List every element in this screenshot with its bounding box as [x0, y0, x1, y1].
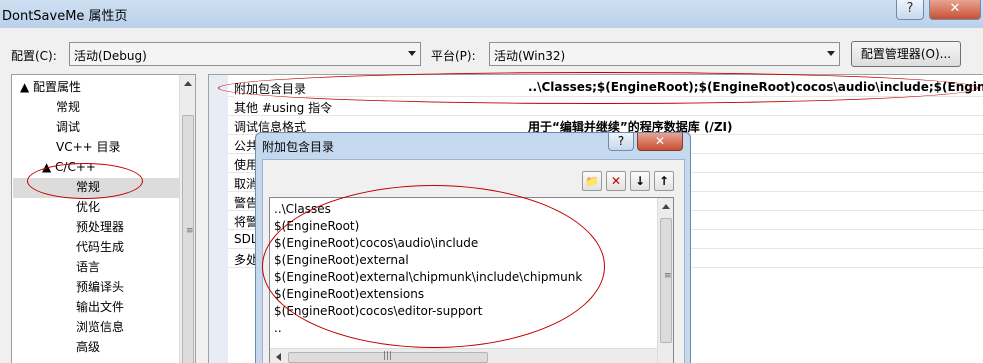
arrow-up-icon: ↑	[658, 174, 670, 188]
scroll-left-icon[interactable]	[276, 353, 281, 361]
dialog-hscroll-thumb[interactable]: |||	[288, 351, 488, 363]
additional-include-dirs-dialog: 附加包含目录 ? ✕ 📁 ✕ ↓ ↑ ..\Classes $(EngineRo…	[255, 132, 691, 363]
tree-item-config-properties[interactable]: ▲ 配置属性	[20, 77, 81, 97]
dialog-close-button[interactable]: ✕	[637, 133, 683, 151]
list-item: $(EngineRoot)	[274, 219, 360, 233]
tree-item-optimization[interactable]: 优化	[76, 197, 100, 217]
folder-icon: 📁	[585, 175, 599, 188]
prop-value[interactable]: ..\Classes;$(EngineRoot);$(EngineRoot)co…	[528, 80, 983, 94]
prop-name: 其他 #using 指令	[234, 101, 333, 115]
scroll-up-icon[interactable]	[184, 81, 192, 86]
grip-icon: ≡	[664, 271, 672, 281]
tree-item-debugging[interactable]: 调试	[56, 117, 80, 137]
scroll-up-icon[interactable]	[662, 204, 670, 209]
chevron-down-icon	[408, 51, 416, 56]
list-item: $(EngineRoot)external\chipmunk\include\c…	[274, 270, 583, 284]
platform-select[interactable]: 活动(Win32)	[489, 42, 840, 66]
help-button[interactable]: ?	[896, 0, 924, 20]
dialog-hscrollbar[interactable]: |||	[270, 348, 657, 363]
platform-label: 平台(P):	[431, 49, 476, 63]
prop-row-additional-include-dirs[interactable]: 附加包含目录 ..\Classes;$(EngineRoot);$(Engine…	[228, 78, 983, 97]
move-down-button[interactable]: ↓	[630, 171, 650, 191]
dialog-body: 📁 ✕ ↓ ↑ ..\Classes $(EngineRoot) $(Engin…	[262, 159, 685, 363]
config-label: 配置(C):	[11, 49, 57, 63]
tree-item-browse-info[interactable]: 浏览信息	[76, 317, 124, 337]
new-folder-button[interactable]: 📁	[582, 171, 602, 191]
list-item: $(EngineRoot)cocos\audio\include	[274, 236, 479, 250]
prop-name: 附加包含目录	[234, 80, 307, 97]
tree-item-precompiled-headers[interactable]: 预编译头	[76, 277, 124, 297]
prop-row-using-directives[interactable]: 其他 #using 指令	[228, 97, 983, 116]
tree-item-output-files[interactable]: 输出文件	[76, 297, 124, 317]
tree-item-general[interactable]: 常规	[56, 97, 80, 117]
dialog-vscroll-thumb[interactable]: ≡	[660, 218, 672, 343]
dialog-title: 附加包含目录	[262, 140, 335, 154]
tree-item-advanced[interactable]: 高级	[76, 337, 100, 357]
list-item: $(EngineRoot)external	[274, 253, 409, 267]
close-button[interactable]: ✕	[929, 0, 981, 20]
tree-scrollbar[interactable]: ≡	[179, 75, 195, 363]
grid-gutter	[209, 75, 228, 363]
config-manager-button[interactable]: 配置管理器(O)...	[851, 41, 961, 67]
tree-item-cpp[interactable]: ▲ C/C++	[42, 157, 96, 177]
config-select-value: 活动(Debug)	[74, 49, 147, 63]
window-title: DontSaveMe 属性页	[2, 9, 128, 24]
grip-icon: ≡	[186, 226, 194, 236]
dialog-help-button[interactable]: ?	[608, 133, 634, 151]
list-item: $(EngineRoot)extensions	[274, 287, 425, 301]
delete-icon: ✕	[610, 174, 622, 188]
chevron-down-icon	[827, 51, 835, 56]
grip-icon: |||	[383, 351, 393, 361]
tree-item-code-generation[interactable]: 代码生成	[76, 237, 124, 257]
tree-item-language[interactable]: 语言	[76, 257, 100, 277]
list-item: $(EngineRoot)cocos\editor-support	[274, 304, 483, 318]
tree-item-preprocessor[interactable]: 预处理器	[76, 217, 124, 237]
prop-name: SDL	[234, 232, 258, 246]
tree-item-vc-directories[interactable]: VC++ 目录	[56, 137, 121, 157]
tree-item-cpp-general[interactable]: 常规	[76, 177, 100, 197]
config-select[interactable]: 活动(Debug)	[69, 42, 421, 66]
include-dirs-textbox[interactable]: ..\Classes $(EngineRoot) $(EngineRoot)co…	[269, 197, 674, 363]
move-up-button[interactable]: ↑	[654, 171, 674, 191]
arrow-down-icon: ↓	[634, 174, 646, 188]
title-bar: DontSaveMe 属性页 ? ✕	[0, 0, 983, 28]
list-item: ..\Classes	[274, 202, 331, 216]
property-tree: ▲ 配置属性 常规 调试 VC++ 目录 ▲ C/C++ 常规 优化 预处理器 …	[11, 74, 196, 363]
list-item: ..	[274, 321, 282, 335]
delete-button[interactable]: ✕	[606, 171, 626, 191]
tree-scroll-thumb[interactable]: ≡	[182, 115, 194, 363]
platform-select-value: 活动(Win32)	[494, 49, 566, 63]
dialog-vscrollbar[interactable]: ≡	[657, 198, 673, 363]
